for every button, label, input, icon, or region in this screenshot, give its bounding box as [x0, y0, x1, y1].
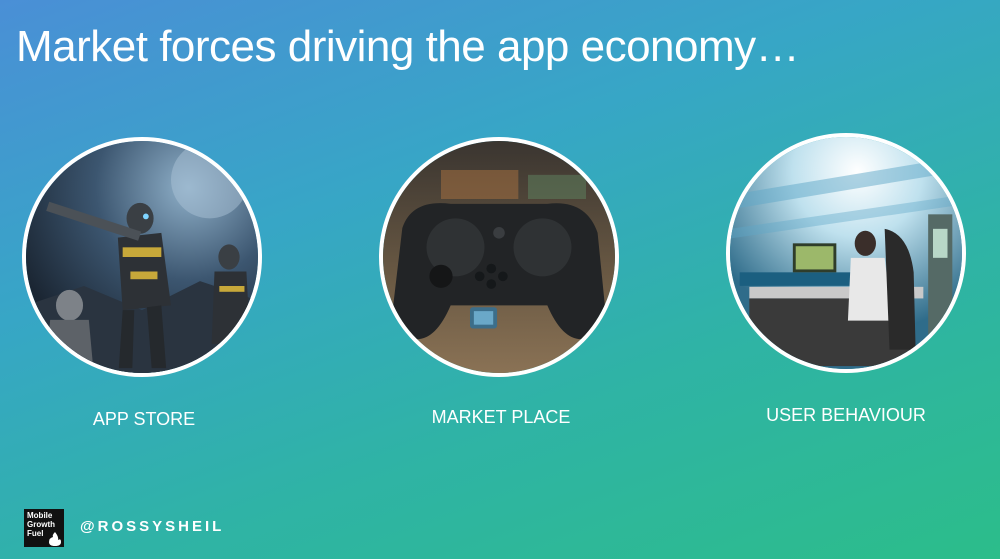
app-store-image	[22, 137, 262, 377]
slide-title: Market forces driving the app economy…	[16, 22, 800, 71]
flame-icon	[49, 532, 61, 546]
logo-line: Mobile	[27, 511, 53, 520]
esports-gamer-illustration	[730, 137, 962, 369]
armored-soldiers-illustration	[26, 141, 258, 373]
game-controller-illustration	[383, 141, 615, 373]
market-place-image	[379, 137, 619, 377]
twitter-handle: @ROSSYSHEIL	[80, 518, 225, 535]
market-place-caption: MARKET PLACE	[431, 407, 571, 427]
logo-line: Growth	[27, 520, 55, 529]
app-store-caption: APP STORE	[92, 409, 196, 429]
user-behaviour-caption: USER BEHAVIOUR	[766, 405, 926, 425]
user-behaviour-image	[726, 133, 966, 373]
mobile-growth-fuel-logo: Mobile Growth Fuel	[24, 509, 64, 547]
